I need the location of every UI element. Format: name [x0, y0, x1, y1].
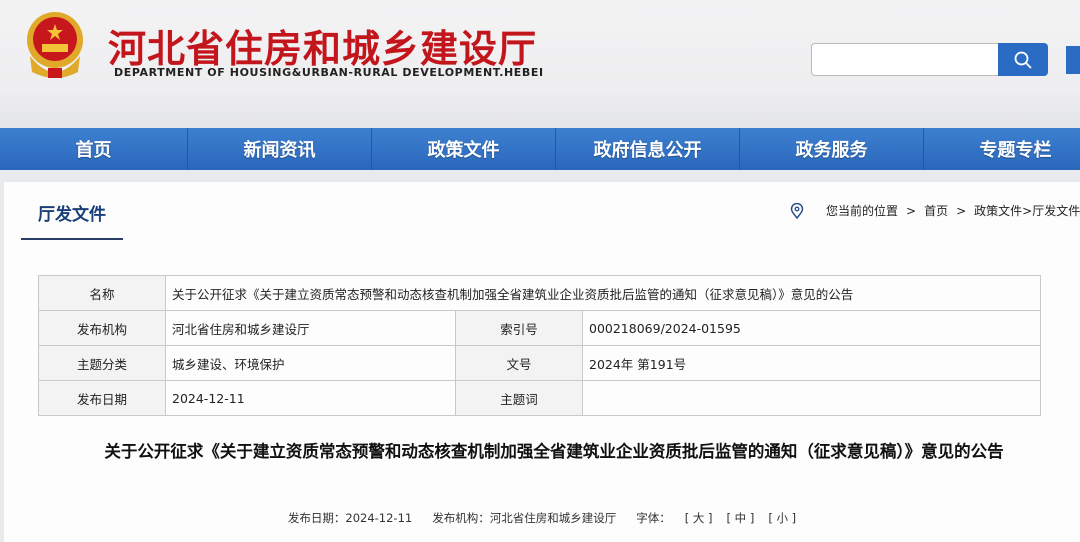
- meta-date: 发布日期：2024-12-11: [287, 511, 413, 525]
- nav-news[interactable]: 新闻资讯: [188, 128, 372, 170]
- nav-policy[interactable]: 政策文件: [372, 128, 556, 170]
- national-emblem-icon: [27, 12, 83, 78]
- keyword-value: [582, 380, 1041, 416]
- font-medium-button[interactable]: [ 中 ]: [727, 510, 755, 526]
- docno-label: 文号: [455, 345, 583, 381]
- font-large-button[interactable]: [ 大 ]: [685, 510, 713, 526]
- date-value: 2024-12-11: [165, 380, 456, 416]
- meta-org: 发布机构：河北省住房和城乡建设厅: [432, 511, 617, 525]
- section-underline: [21, 238, 123, 240]
- name-label: 名称: [38, 275, 166, 311]
- breadcrumb: 您当前的位置 > 首页 > 政策文件>厅发文件: [790, 202, 1080, 219]
- article-title: 关于公开征求《关于建立资质常态预警和动态核查机制加强全省建筑业企业资质批后监管的…: [104, 442, 1004, 461]
- name-value: 关于公开征求《关于建立资质常态预警和动态核查机制加强全省建筑业企业资质批后监管的…: [165, 275, 1041, 311]
- nav-topics[interactable]: 专题专栏: [924, 128, 1080, 170]
- font-size-label: 字体：: [636, 511, 671, 525]
- index-label: 索引号: [455, 310, 583, 346]
- org-label: 发布机构: [38, 310, 166, 346]
- docno-value: 2024年 第191号: [582, 345, 1041, 381]
- nav-services[interactable]: 政务服务: [740, 128, 924, 170]
- topic-label: 主题分类: [38, 345, 166, 381]
- table-row: 发布日期 2024-12-11 主题词: [38, 380, 1041, 416]
- breadcrumb-separator: >: [906, 203, 917, 218]
- nav-home[interactable]: 首页: [0, 128, 188, 170]
- breadcrumb-separator: >: [956, 203, 967, 218]
- content-panel: 厅发文件 您当前的位置 > 首页 > 政策文件>厅发文件 名称 关于公开征求《关…: [4, 182, 1080, 542]
- site-title: 河北省住房和城乡建设厅: [108, 27, 538, 71]
- article-meta: 发布日期：2024-12-11 发布机构：河北省住房和城乡建设厅 字体： [ 大…: [4, 510, 1080, 526]
- site-subtitle: DEPARTMENT OF HOUSING&URBAN-RURAL DEVELO…: [114, 66, 544, 79]
- font-small-button[interactable]: [ 小 ]: [768, 510, 796, 526]
- breadcrumb-path[interactable]: 政策文件>厅发文件: [974, 202, 1080, 219]
- table-row: 主题分类 城乡建设、环境保护 文号 2024年 第191号: [38, 345, 1041, 381]
- search-button[interactable]: [998, 43, 1048, 76]
- date-label: 发布日期: [38, 380, 166, 416]
- keyword-label: 主题词: [455, 380, 583, 416]
- topic-value: 城乡建设、环境保护: [165, 345, 456, 381]
- document-info-table: 名称 关于公开征求《关于建立资质常态预警和动态核查机制加强全省建筑业企业资质批后…: [38, 275, 1041, 416]
- site-header: 河北省住房和城乡建设厅 DEPARTMENT OF HOUSING&URBAN-…: [0, 0, 1080, 128]
- section-title: 厅发文件: [38, 205, 106, 225]
- nav-gov-info[interactable]: 政府信息公开: [556, 128, 740, 170]
- location-pin-icon: [790, 202, 804, 219]
- main-nav: 首页 新闻资讯 政策文件 政府信息公开 政务服务 专题专栏: [0, 128, 1080, 170]
- search-icon: [1014, 51, 1032, 69]
- org-value: 河北省住房和城乡建设厅: [165, 310, 456, 346]
- breadcrumb-home[interactable]: 首页: [924, 202, 948, 219]
- breadcrumb-label: 您当前的位置: [826, 204, 899, 218]
- search-input[interactable]: [811, 43, 999, 76]
- index-value: 000218069/2024-01595: [582, 310, 1041, 346]
- table-row: 名称 关于公开征求《关于建立资质常态预警和动态核查机制加强全省建筑业企业资质批后…: [38, 275, 1041, 311]
- mail-icon[interactable]: [1066, 46, 1080, 74]
- table-row: 发布机构 河北省住房和城乡建设厅 索引号 000218069/2024-0159…: [38, 310, 1041, 346]
